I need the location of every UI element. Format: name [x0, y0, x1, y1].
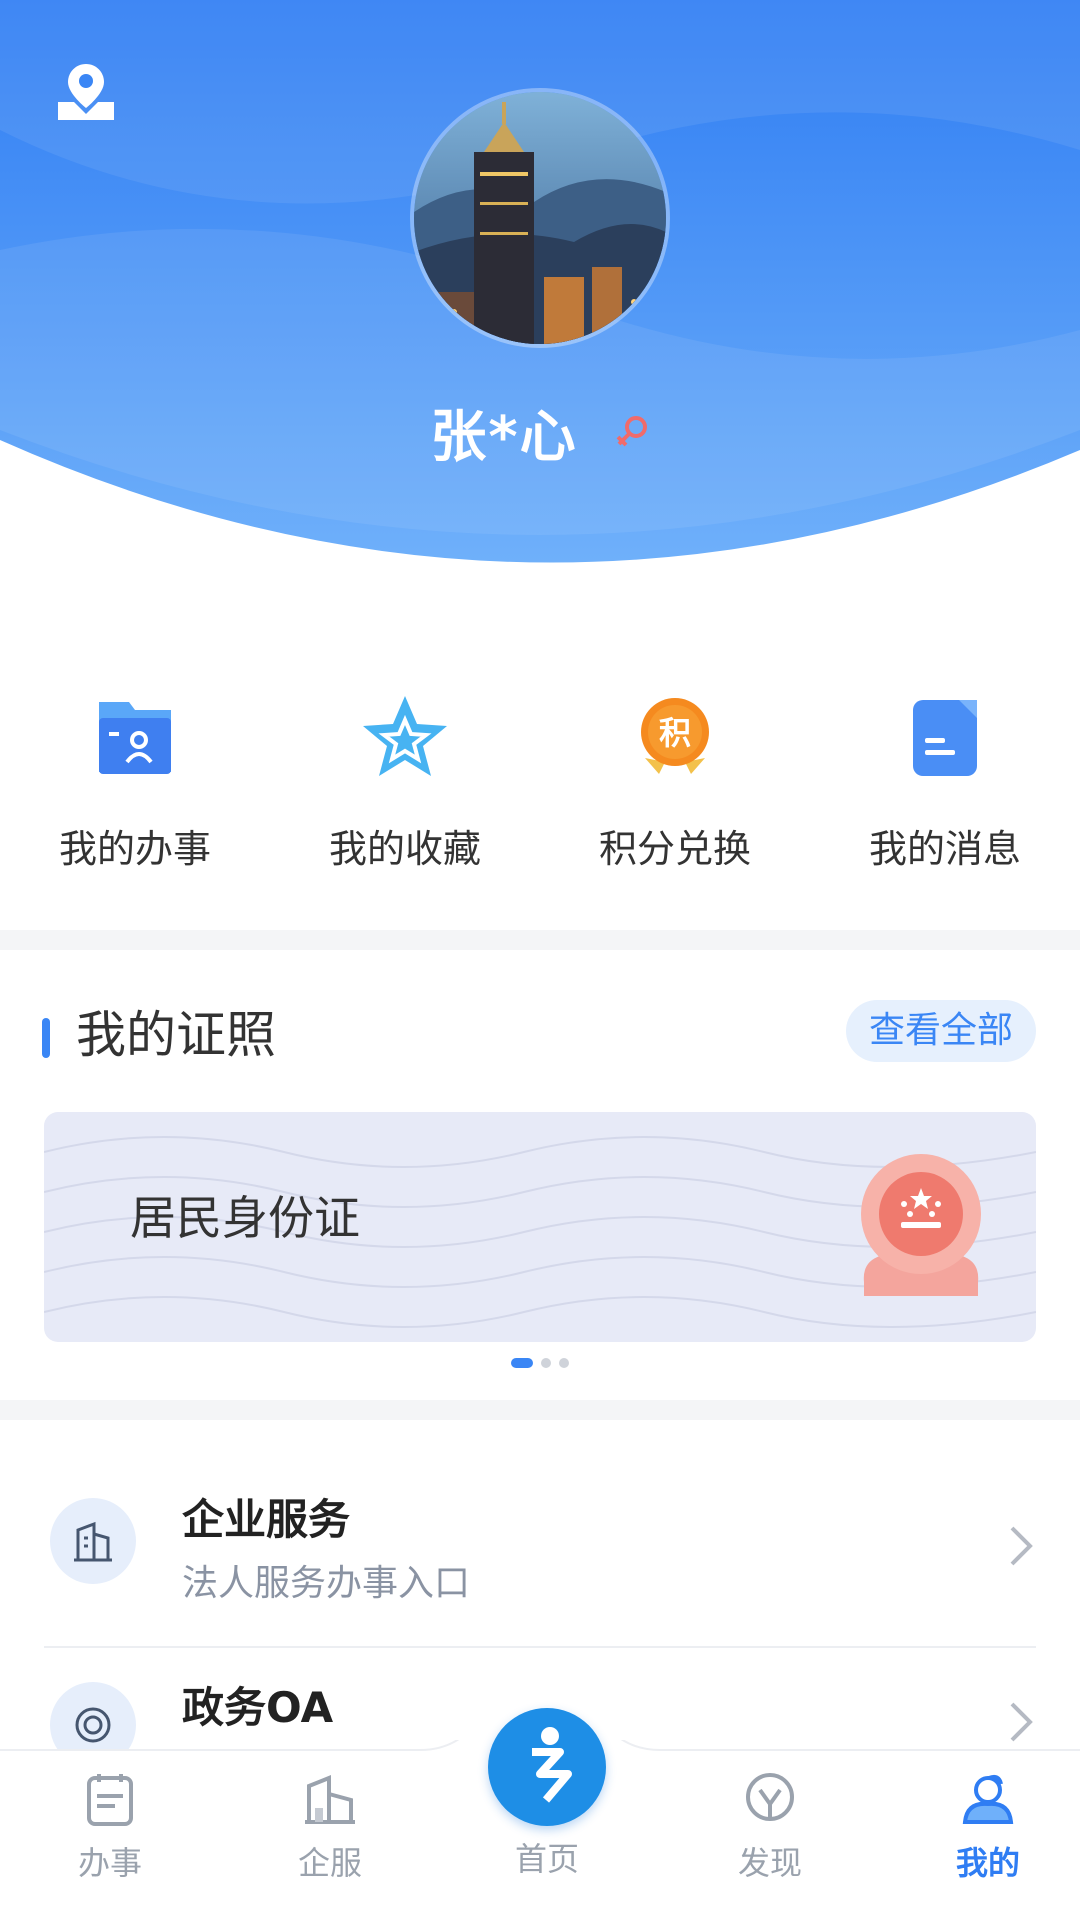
nav-item-mine[interactable]: 我的: [918, 1764, 1058, 1914]
home-logo-icon: [532, 1727, 572, 1803]
avatar-image: [414, 92, 666, 344]
quick-label: 我的消息: [868, 827, 1021, 871]
nav-label: 我的: [955, 1844, 1020, 1882]
quick-messages[interactable]: 我的消息: [810, 580, 1080, 930]
user-icon: [962, 1774, 1014, 1824]
quick-actions: 我的办事 我的收藏 积 积分兑换 我的消息: [0, 580, 1080, 930]
section-title: 我的证照: [76, 1006, 276, 1064]
user-info-row: 张*心: [0, 392, 1080, 473]
nav-item-home[interactable]: [488, 1708, 606, 1826]
folder-person-icon: [99, 702, 171, 774]
message-document-icon: [913, 700, 977, 776]
points-medal-glyph: 积: [659, 714, 691, 752]
nav-item-discover[interactable]: 发现: [700, 1764, 840, 1914]
card-pager: [0, 1358, 1080, 1368]
location-pin-icon[interactable]: [54, 58, 118, 122]
my-licenses-section: 我的证照 查看全部 居民身份证: [0, 950, 1080, 1400]
quick-label: 积分兑换: [598, 827, 751, 871]
discover-icon: [746, 1773, 794, 1821]
quick-favorites[interactable]: 我的收藏: [270, 580, 540, 930]
quick-my-affairs[interactable]: 我的办事: [0, 580, 270, 930]
nav-label: 发现: [737, 1844, 802, 1882]
quick-points-exchange[interactable]: 积 积分兑换: [540, 580, 810, 930]
pager-dot-active: [511, 1358, 533, 1368]
license-card-id[interactable]: 居民身份证: [44, 1112, 1036, 1342]
nav-label: 办事: [77, 1844, 142, 1882]
clipboard-icon: [87, 1774, 133, 1826]
section-header: 我的证照 查看全部: [0, 1000, 1080, 1070]
pager-dot: [559, 1358, 569, 1368]
chevron-right-icon: [1010, 1526, 1033, 1566]
pager-dot: [541, 1358, 551, 1368]
nav-label-home: 首页: [514, 1840, 579, 1878]
user-name: 张*心: [430, 405, 578, 470]
female-symbol-icon: [616, 415, 647, 446]
building-icon: [50, 1498, 136, 1584]
list-item-title: 政务OA: [182, 1683, 334, 1732]
quick-label: 我的收藏: [328, 827, 481, 871]
list-item-subtitle: 法人服务办事入口: [182, 1563, 471, 1604]
list-item-title: 企业服务: [182, 1495, 351, 1544]
nav-item-affairs[interactable]: 办事: [40, 1764, 180, 1914]
license-card-title: 居民身份证: [130, 1191, 360, 1245]
star-icon: [363, 696, 447, 776]
quick-label: 我的办事: [58, 827, 211, 871]
nav-label: 企服: [297, 1844, 362, 1882]
nav-item-enterprise[interactable]: 企服: [260, 1764, 400, 1914]
section-accent-bar: [42, 1018, 50, 1058]
points-medal-icon: 积: [641, 698, 709, 774]
buildings-icon: [305, 1775, 355, 1824]
chevron-right-icon: [1010, 1702, 1033, 1742]
national-emblem-icon: [861, 1154, 981, 1296]
profile-header: 张*心: [0, 0, 1080, 580]
bottom-nav: 办事 企服 首页 发现 我的: [0, 1708, 1080, 1920]
view-all-button[interactable]: 查看全部: [846, 1000, 1036, 1062]
avatar[interactable]: [410, 88, 670, 348]
list-item-enterprise-service[interactable]: 企业服务 法人服务办事入口: [0, 1420, 1080, 1648]
